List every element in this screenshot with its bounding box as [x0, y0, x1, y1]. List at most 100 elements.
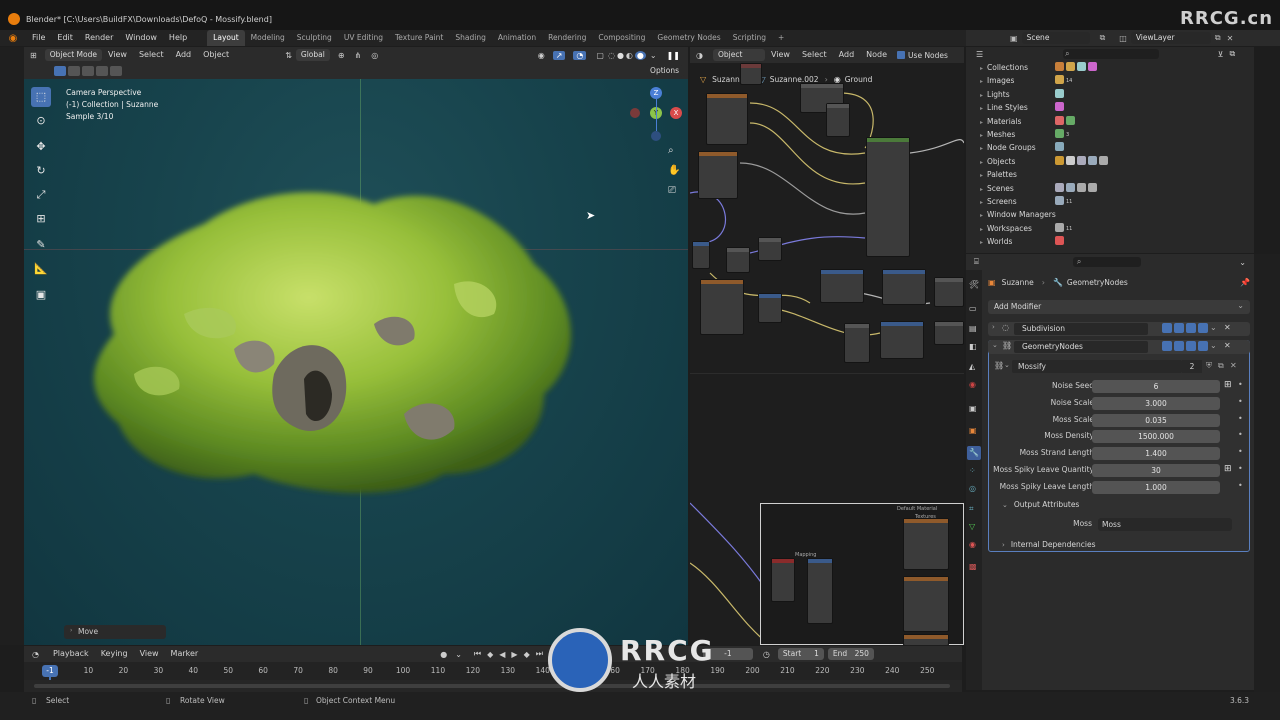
snap-icon[interactable]: ⋔ [355, 51, 362, 60]
internal-dependencies-subpanel[interactable]: › Internal Dependencies [1002, 540, 1095, 549]
gn-modifier-remove-icon[interactable]: ✕ [1224, 341, 1231, 350]
node-8[interactable] [758, 237, 782, 261]
jump-key-forward-icon[interactable]: ◆ [524, 650, 530, 659]
measure-tool-icon[interactable]: 📐 [31, 259, 51, 279]
menu-file[interactable]: File [26, 30, 51, 46]
timeline-body[interactable] [24, 680, 962, 692]
expand-arrow-icon[interactable]: ▸ [980, 78, 983, 85]
material-node-subwindow[interactable]: Default Material Textures Mapping [760, 503, 964, 645]
tab-object-icon[interactable]: ▣ [969, 426, 977, 435]
node-2[interactable] [698, 151, 738, 199]
node-group-name[interactable]: Mossify [1012, 360, 1182, 373]
shading-wireframe-icon[interactable]: ◌ [608, 51, 615, 60]
node-9[interactable] [700, 279, 744, 335]
add-cube-tool-icon[interactable]: ▣ [31, 285, 51, 305]
select-mode-icon[interactable] [54, 66, 66, 76]
tab-texture-icon[interactable]: ▩ [969, 562, 977, 571]
zoom-icon[interactable]: ⌕ [668, 145, 674, 156]
outliner-item-palettes[interactable]: ▸ Palettes [980, 168, 1017, 181]
gn-cage-toggle-icon[interactable] [1174, 341, 1184, 351]
mode-dropdown[interactable]: Object Mode [44, 49, 102, 61]
select-subtract-icon[interactable] [82, 66, 94, 76]
output-attribute-field[interactable]: Moss [1098, 518, 1232, 531]
gn-viewport-toggle-icon[interactable] [1186, 341, 1196, 351]
node-11[interactable] [820, 269, 864, 303]
viewport-menu-object[interactable]: Object [197, 47, 235, 63]
geometry-nodes-name-field[interactable]: GeometryNodes [1014, 341, 1148, 353]
subdivision-name-field[interactable]: Subdivision [1014, 323, 1148, 335]
node-editor-type-icon[interactable]: ◑ [696, 51, 703, 60]
viewport-menu-view[interactable]: View [102, 47, 133, 63]
end-frame-field[interactable]: End 250 [827, 648, 874, 660]
node-principled[interactable] [866, 137, 910, 257]
outliner-item-meshes[interactable]: ▸ Meshes 3 [980, 128, 1069, 141]
tab-output-icon[interactable]: ▤ [969, 324, 977, 333]
tab-tool-icon[interactable]: 🛠 [969, 280, 979, 289]
outliner-item-objects[interactable]: ▸ Objects [980, 155, 1108, 168]
node-group-selector[interactable]: ⛓ ⌄ Mossify 2 ⛨ ⧉ ✕ [992, 360, 1246, 374]
gizmo-x-axis[interactable]: X [670, 107, 682, 119]
transform-tool-icon[interactable]: ⊞ [31, 209, 51, 229]
editor-type-icon[interactable]: ⊞ [30, 51, 37, 60]
modifier-remove-icon[interactable]: ✕ [1224, 323, 1231, 332]
tab-data-icon[interactable]: ▽ [969, 522, 975, 531]
new-collection-icon[interactable]: ⧉ [1230, 49, 1236, 59]
tab-rendering[interactable]: Rendering [542, 30, 592, 46]
modifier-dropdown-icon[interactable]: ⌄ [1210, 323, 1217, 332]
properties-options-icon[interactable]: ⌄ [1239, 258, 1246, 267]
outliner-item-materials[interactable]: ▸ Materials [980, 115, 1075, 128]
outliner-item-node-groups[interactable]: ▸ Node Groups [980, 141, 1064, 154]
remove-view-layer-icon[interactable]: ✕ [1227, 34, 1234, 43]
outliner-item-line-styles[interactable]: ▸ Line Styles [980, 101, 1064, 114]
outliner-item-workspaces[interactable]: ▸ Workspaces 11 [980, 222, 1072, 235]
node-1[interactable] [706, 93, 748, 145]
auto-keying-icon[interactable]: ● [440, 650, 447, 659]
filter-icon[interactable]: ⊻ [1218, 50, 1224, 59]
tab-uv-editing[interactable]: UV Editing [338, 30, 389, 46]
outliner-type-icon[interactable]: ☰ [976, 50, 983, 59]
expand-arrow-icon[interactable]: ▸ [980, 239, 983, 246]
node-13[interactable] [934, 277, 964, 307]
scene-field[interactable]: Scene [1021, 32, 1090, 44]
jump-end-icon[interactable]: ⏭ [536, 649, 543, 659]
node-editor-canvas[interactable]: ▽ Suzanne › ▽ Suzanne.002 › ◉ Ground [690, 63, 964, 645]
sub-node-2[interactable] [807, 558, 833, 624]
gn-modifier-toggle-icons[interactable] [1162, 341, 1208, 351]
keyframe-dot-icon[interactable]: • [1238, 430, 1243, 439]
tab-collection-icon[interactable]: ▣ [969, 404, 977, 413]
gn-modifier-dropdown-icon[interactable]: ⌄ [1210, 341, 1217, 350]
unlink-node-group-icon[interactable]: ✕ [1230, 361, 1237, 370]
sub-node-5[interactable] [903, 634, 949, 645]
blender-menu-icon[interactable]: ◉ [0, 33, 26, 44]
fake-user-icon[interactable]: ⛨ [1206, 361, 1212, 371]
select-invert-icon[interactable] [110, 66, 122, 76]
expand-arrow-icon[interactable]: ▸ [980, 159, 983, 166]
view-layer-field[interactable]: ViewLayer [1130, 32, 1211, 44]
select-box-tool-icon[interactable]: ⬚ [31, 87, 51, 107]
render-toggle-icon[interactable] [1198, 323, 1208, 333]
gn-render-toggle-icon[interactable] [1198, 341, 1208, 351]
shading-material-icon[interactable]: ◐ [626, 51, 633, 60]
timeline-editor-icon[interactable]: ◔ [32, 650, 39, 659]
gizmo-toggle-icon[interactable]: ↗ [552, 50, 566, 60]
last-operator-panel[interactable]: › Move [64, 625, 166, 639]
tab-material-icon[interactable]: ◉ [969, 540, 976, 549]
shader-type-dropdown[interactable]: Object [712, 49, 765, 61]
attribute-toggle-icon[interactable]: ⊞ [1224, 380, 1232, 390]
navigation-gizmo[interactable]: Z Y X [630, 85, 682, 147]
xray-icon[interactable]: ▢ [596, 51, 604, 60]
node-group-dropdown-icon[interactable]: ⌄ [1004, 361, 1010, 369]
camera-view-icon[interactable]: ⎚ [668, 185, 676, 196]
viewport-menu-select[interactable]: Select [133, 47, 170, 63]
gn-edit-mode-toggle-icon[interactable] [1162, 341, 1172, 351]
pan-hand-icon[interactable]: ✋ [668, 165, 680, 176]
tab-particles-icon[interactable]: ⁘ [969, 466, 976, 475]
pin-icon[interactable]: 📌 [1240, 278, 1250, 287]
properties-type-icon[interactable]: ⌸ [974, 257, 979, 267]
add-workspace-button[interactable]: + [772, 30, 790, 46]
gizmo-neg-x-axis[interactable] [630, 108, 640, 118]
cursor-tool-icon[interactable]: ⊙ [31, 111, 51, 131]
input-value-field[interactable]: 0.035 [1092, 413, 1220, 427]
node-15[interactable] [880, 321, 924, 359]
playhead-marker[interactable]: -1 [42, 665, 58, 677]
